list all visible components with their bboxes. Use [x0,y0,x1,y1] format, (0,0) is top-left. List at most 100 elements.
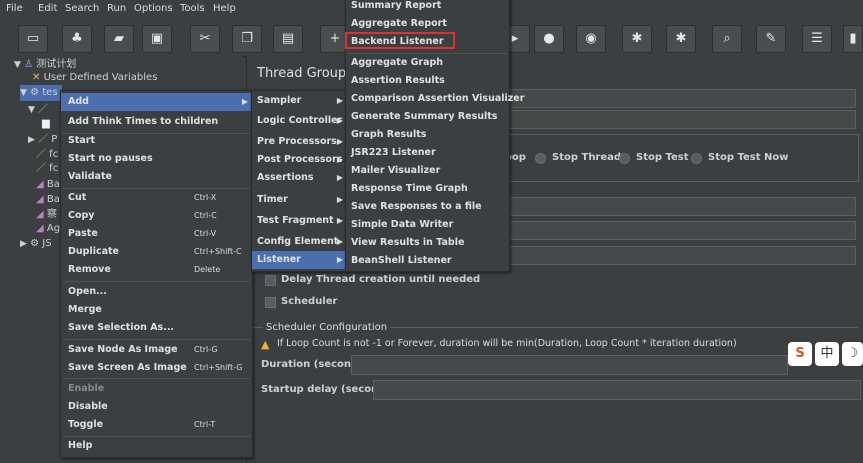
menu-item-cut[interactable]: Cut Ctrl-X [61,189,252,207]
startup-delay-input[interactable] [373,380,861,400]
clear-all-icon[interactable]: ✱ [666,25,696,53]
menu-item-paste[interactable]: Paste Ctrl-V [61,225,252,243]
menu-options[interactable]: Options [134,3,173,14]
submenu-post-processors[interactable]: Post Processors ▶ [252,151,347,169]
menu-tools[interactable]: Tools [180,3,205,14]
submenu-pre-processors[interactable]: Pre Processors ▶ [252,133,347,151]
listener-icon: ◢ [36,194,44,205]
name-input[interactable] [509,89,856,108]
menu-help[interactable]: Help [213,3,236,14]
listener-comparison-assertion-visualizer[interactable]: Comparison Assertion Visualizer [346,90,524,108]
menu-item-toggle[interactable]: Toggle Ctrl-T [61,416,252,434]
menu-item-start-no-pauses[interactable]: Start no pauses [61,150,252,168]
menu-item-enable[interactable]: Enable [61,380,252,398]
save-icon[interactable]: ▣ [142,25,172,53]
tree-node[interactable]: ▶ ⚙ JS [20,236,52,252]
new-icon[interactable]: ▭ [18,25,48,53]
stop-icon[interactable]: ● [534,25,564,53]
paste-icon[interactable]: ▤ [273,25,303,53]
open-icon[interactable]: ▰ [104,25,134,53]
menu-item-remove[interactable]: Remove Delete [61,261,252,279]
submenu-listener[interactable]: Listener ▶ [252,251,347,269]
menu-item-open[interactable]: Open... [61,283,252,301]
submenu-logic-controller[interactable]: Logic Controller ▶ [252,112,347,130]
expand-icon[interactable]: ▼ [14,60,21,70]
listener-assertion-results[interactable]: Assertion Results [346,72,509,90]
menu-item-validate[interactable]: Validate [61,168,252,186]
tree-node[interactable]: ／ fc [36,161,58,177]
copy-icon[interactable]: ❐ [232,25,262,53]
listener-icon: ◢ [36,179,44,190]
search-icon[interactable]: ⌕ [712,25,742,53]
menu-item-save-selection[interactable]: Save Selection As... [61,319,252,337]
listener-aggregate-graph[interactable]: Aggregate Graph [346,54,509,72]
tree-node[interactable]: ▆ [42,116,50,132]
menu-edit[interactable]: Edit [38,3,57,14]
menu-item-duplicate[interactable]: Duplicate Ctrl+Shift-C [61,243,252,261]
ime-moon-icon[interactable]: ☽ [842,342,863,366]
menu-file[interactable]: File [6,3,23,14]
tree-node[interactable]: ▶ ／ P [28,132,57,148]
function-helper-icon[interactable]: ☰ [802,25,832,53]
context-menu: Add ▶ Add Think Times to children Start S… [60,90,253,458]
tree-node[interactable]: ◢ Ba [36,192,60,208]
submenu-sampler[interactable]: Sampler ▶ [252,92,347,110]
listener-mailer-visualizer[interactable]: Mailer Visualizer [346,162,509,180]
delay-thread-checkbox[interactable] [265,275,276,286]
listener-generate-summary-results[interactable]: Generate Summary Results [346,108,509,126]
stop-test-radio[interactable] [619,153,630,164]
threads-input[interactable] [509,197,856,216]
listener-save-responses[interactable]: Save Responses to a file [346,198,509,216]
gear-icon: ⚙ [30,238,40,249]
cut-icon[interactable]: ✂ [190,25,220,53]
menu-item-merge[interactable]: Merge [61,301,252,319]
listener-jsr223[interactable]: JSR223 Listener [346,144,509,162]
reset-search-icon[interactable]: ✎ [756,25,786,53]
submenu-config-element[interactable]: Config Element ▶ [252,233,347,251]
listener-view-results-table[interactable]: View Results in Table [346,234,509,252]
submenu-timer[interactable]: Timer ▶ [252,191,347,209]
shutdown-icon[interactable]: ◉ [576,25,606,53]
tree-node[interactable]: ◢ Ag [36,221,60,237]
listener-simple-data-writer[interactable]: Simple Data Writer [346,216,509,234]
menu-item-add-think-times[interactable]: Add Think Times to children [61,113,252,131]
menu-item-add[interactable]: Add ▶ [61,93,252,111]
listener-beanshell[interactable]: BeanShell Listener [346,252,509,270]
tree-node[interactable]: ◢ Ba [36,177,60,193]
warning-text: If Loop Count is not -1 or Forever, dura… [277,338,737,349]
warning-icon: ▲ [261,338,270,351]
menu-item-save-screen-image[interactable]: Save Screen As Image Ctrl+Shift-G [61,359,252,377]
loop-count-input[interactable] [509,246,856,265]
menu-item-help[interactable]: Help [61,437,252,455]
clear-icon[interactable]: ✱ [622,25,652,53]
menu-item-copy[interactable]: Copy Ctrl-C [61,207,252,225]
comments-input[interactable] [509,110,856,129]
stop-test-now-radio[interactable] [691,153,702,164]
ramp-up-input[interactable] [509,221,856,240]
listener-summary-report[interactable]: Summary Report [346,0,509,15]
menu-search[interactable]: Search [65,3,99,14]
listener-icon: ◢ [36,209,44,220]
help-icon[interactable]: ▮ [843,25,863,53]
submenu-assertions[interactable]: Assertions ▶ [252,169,347,187]
document-icon: ▆ [42,118,50,129]
menu-item-disable[interactable]: Disable [61,398,252,416]
listener-aggregate-report[interactable]: Aggregate Report [346,15,509,33]
templates-icon[interactable]: ♣ [62,25,92,53]
scheduler-checkbox[interactable] [265,297,276,308]
ime-sogou-icon[interactable]: S [788,342,812,366]
test-plan-icon: ♙ [24,59,34,70]
submenu-test-fragment[interactable]: Test Fragment ▶ [252,212,347,230]
ime-chinese-icon[interactable]: 中 [815,342,839,366]
highlight-box [345,32,455,49]
duration-input[interactable] [351,355,788,375]
menu-run[interactable]: Run [107,3,126,14]
listener-graph-results[interactable]: Graph Results [346,126,509,144]
expand-icon[interactable]: ▼ [20,88,27,98]
tree-user-defined-variables[interactable]: ✕ User Defined Variables [32,70,157,86]
menu-item-save-node-image[interactable]: Save Node As Image Ctrl-G [61,341,252,359]
tree-thread-group[interactable]: ▼ ⚙ tes [20,85,62,101]
stop-thread-radio[interactable] [535,153,546,164]
listener-response-time-graph[interactable]: Response Time Graph [346,180,509,198]
menu-item-start[interactable]: Start [61,132,252,150]
